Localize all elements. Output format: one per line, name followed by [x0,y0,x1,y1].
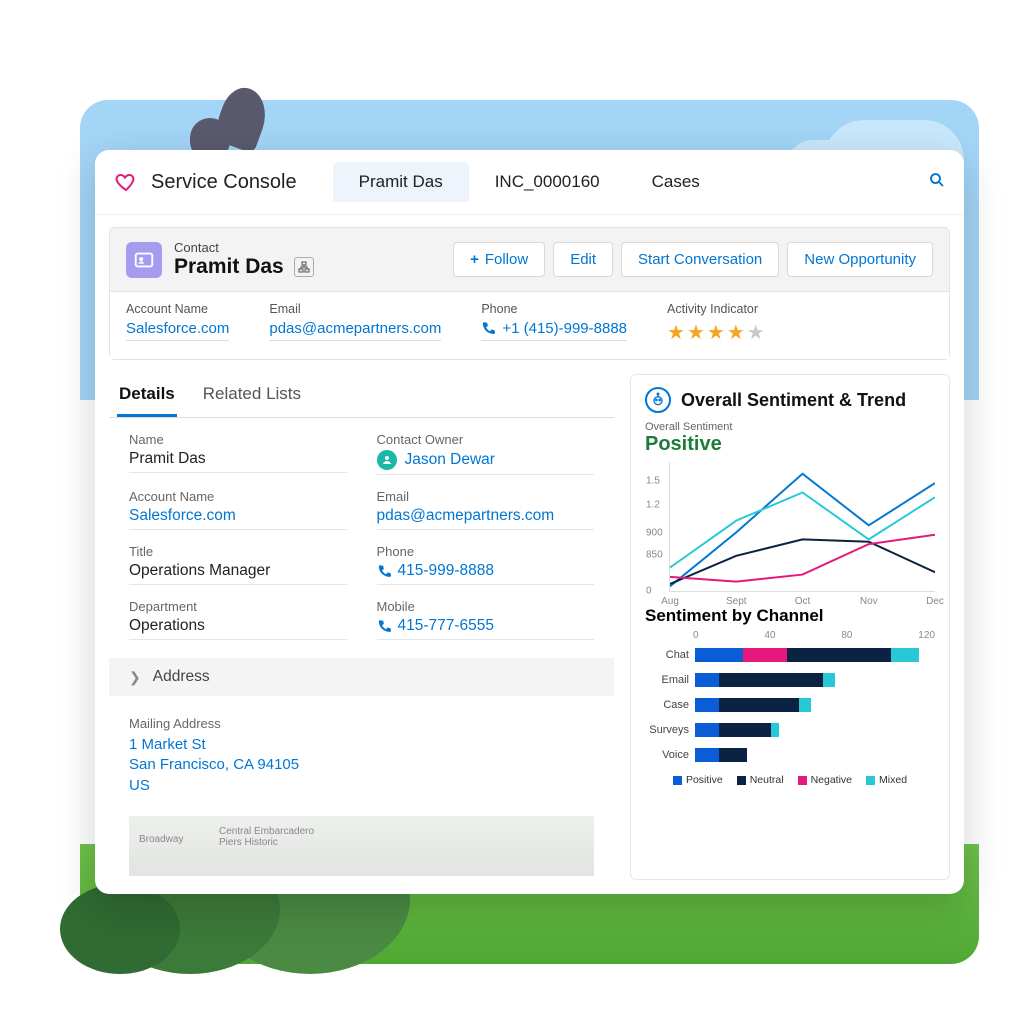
mobile-label: Mobile [377,599,595,614]
record-highlights: Contact Pramit Das +Follow Edit Start Co… [109,227,950,360]
workspace-tabs: Pramit Das INC_0000160 Cases [333,162,922,202]
new-opportunity-button[interactable]: New Opportunity [787,242,933,277]
einstein-icon [645,387,671,413]
overall-sentiment-label: Overall Sentiment [645,421,935,433]
search-icon[interactable] [928,171,946,194]
user-avatar-icon [377,450,397,470]
tab-related-lists[interactable]: Related Lists [201,374,303,417]
tab-details[interactable]: Details [117,374,177,417]
phone-label: Phone [481,302,627,316]
edit-button[interactable]: Edit [553,242,613,277]
name-value: Pramit Das [129,450,347,473]
address-section-toggle[interactable]: ❯ Address [109,658,614,696]
email-label: Email [269,302,441,316]
mailing-address[interactable]: 1 Market St San Francisco, CA 94105 US [129,735,594,796]
bar-row: Case [645,694,935,716]
record-actions: +Follow Edit Start Conversation New Oppo… [453,242,933,277]
account-label-2: Account Name [129,489,347,504]
map-preview[interactable]: Broadway Central Embarcadero Piers Histo… [129,816,594,876]
chart-legend: Positive Neutral Negative Mixed [645,774,935,786]
account-label: Account Name [126,302,229,316]
phone-link-2[interactable]: 415-999-8888 [377,562,595,585]
name-label: Name [129,432,347,447]
tab-cases[interactable]: Cases [626,162,726,202]
contact-icon [126,242,162,278]
account-link[interactable]: Salesforce.com [126,320,229,341]
record-type: Contact [174,240,314,255]
bar-row: Surveys [645,719,935,741]
email-link[interactable]: pdas@acmepartners.com [269,320,441,341]
bar-row: Email [645,669,935,691]
heart-icon [113,170,139,194]
phone-icon [481,321,496,336]
email-label-2: Email [377,489,595,504]
sentiment-bar-chart: Chat Email Case Surveys Voice [645,644,935,766]
sentiment-line-chart: 1.51.29008500AugSeptOctNovDec [669,462,935,592]
record-name-text: Pramit Das [174,255,284,279]
activity-label: Activity Indicator [667,302,765,316]
squirrel-illustration [170,78,260,158]
phone-icon [377,619,392,634]
plus-icon: + [470,251,479,268]
sentiment-title: Overall Sentiment & Trend [681,390,906,411]
mailing-label: Mailing Address [129,716,594,731]
bar-row: Voice [645,744,935,766]
app-window: Service Console Pramit Das INC_0000160 C… [95,150,964,894]
hierarchy-icon[interactable] [294,257,314,277]
phone-link[interactable]: +1 (415)-999-8888 [481,320,627,341]
phone-label-2: Phone [377,544,595,559]
tab-pramit-das[interactable]: Pramit Das [333,162,469,202]
app-title: Service Console [151,171,297,194]
details-panel: Details Related Lists Name Pramit Das Con… [109,374,614,880]
department-value: Operations [129,617,347,640]
bar-chart-title: Sentiment by Channel [645,606,935,626]
email-link-2[interactable]: pdas@acmepartners.com [377,507,595,530]
top-bar: Service Console Pramit Das INC_0000160 C… [95,150,964,215]
account-link-2[interactable]: Salesforce.com [129,507,347,530]
follow-button[interactable]: +Follow [453,242,545,277]
activity-stars: ★★★★★ [667,320,765,345]
record-name: Pramit Das [174,255,314,279]
owner-link[interactable]: Jason Dewar [377,450,595,475]
title-value: Operations Manager [129,562,347,585]
mobile-link[interactable]: 415-777-6555 [377,617,595,640]
overall-sentiment-value: Positive [645,433,935,456]
department-label: Department [129,599,347,614]
tab-incident[interactable]: INC_0000160 [469,162,626,202]
sentiment-panel: Overall Sentiment & Trend Overall Sentim… [630,374,950,880]
chevron-right-icon: ❯ [129,669,141,686]
bar-chart-axis: 04080120 [645,630,935,641]
owner-label: Contact Owner [377,432,595,447]
phone-icon [377,564,392,579]
title-label: Title [129,544,347,559]
start-conversation-button[interactable]: Start Conversation [621,242,779,277]
bar-row: Chat [645,644,935,666]
